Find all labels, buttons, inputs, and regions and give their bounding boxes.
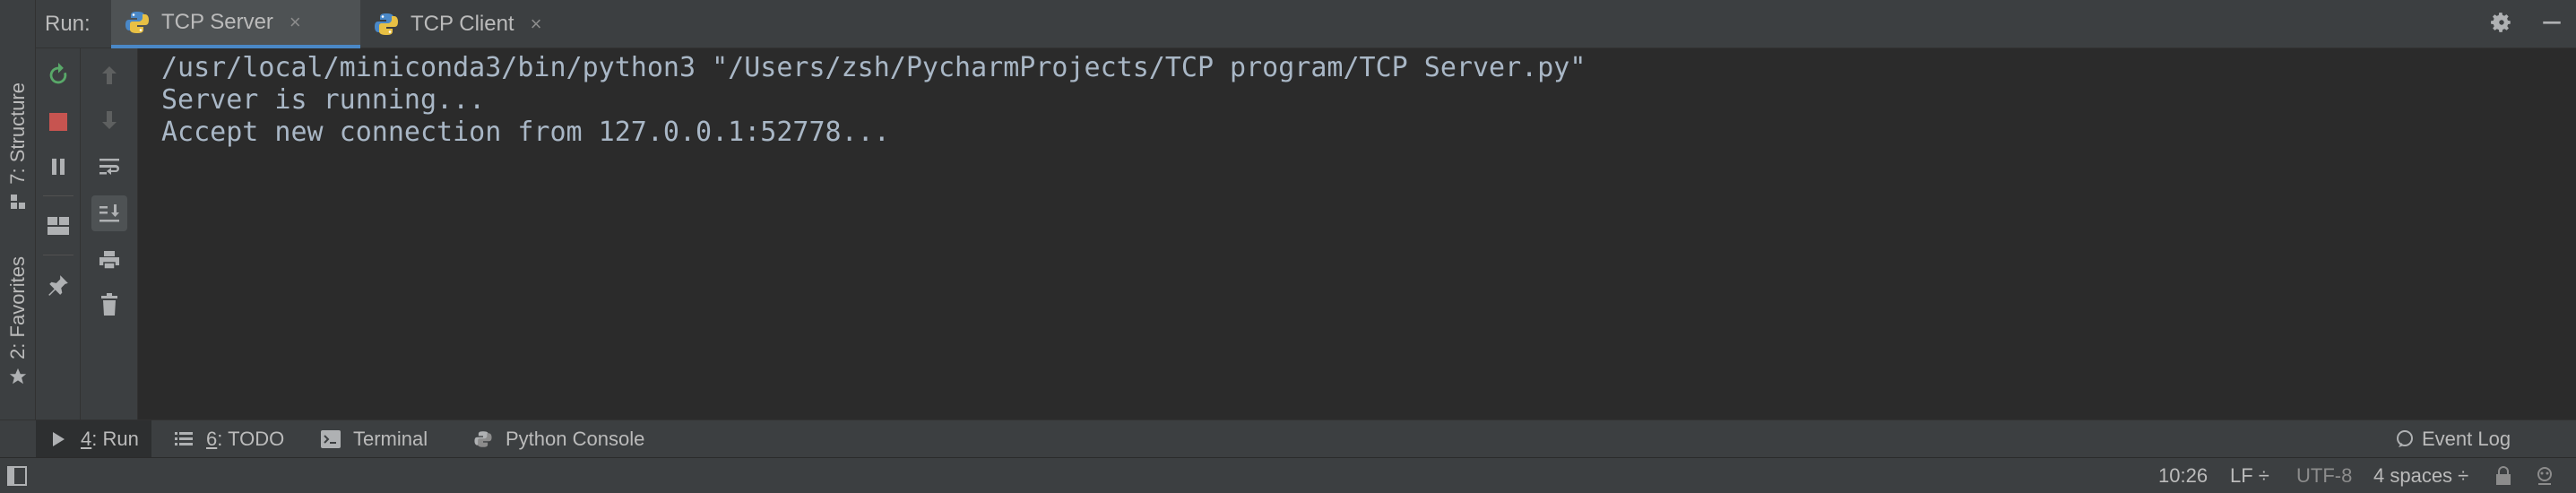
event-log-tab-label: Event Log xyxy=(2422,428,2511,450)
terminal-icon xyxy=(321,429,341,449)
tab-tcp-server[interactable]: TCP Server × xyxy=(111,0,360,48)
python-console-tab-label: Python Console xyxy=(506,428,645,450)
run-toolbar-primary xyxy=(36,48,81,419)
encoding-indicator[interactable]: UTF-8 xyxy=(2296,458,2352,493)
console-line: Server is running... xyxy=(161,84,486,116)
minimize-icon[interactable] xyxy=(2540,11,2563,39)
structure-tab-label: 7: Structure xyxy=(6,82,29,185)
caret-position[interactable]: 10:26 xyxy=(2158,458,2208,493)
todo-tool-tab[interactable]: 6: TODO xyxy=(161,420,297,458)
line-separator-selector[interactable]: LF ÷ xyxy=(2230,458,2269,493)
run-toolbar-secondary xyxy=(81,48,138,419)
rerun-button[interactable] xyxy=(40,57,76,93)
arrow-up-icon xyxy=(102,66,117,84)
python-icon xyxy=(124,9,151,36)
scroll-to-end-icon xyxy=(99,204,119,222)
run-tool-tab[interactable]: 4: Run xyxy=(36,420,151,458)
down-stack-button[interactable] xyxy=(91,102,127,138)
status-bar: 10:26 LF ÷ UTF-8 4 spaces ÷ xyxy=(0,457,2576,493)
print-icon xyxy=(99,251,119,270)
todo-tab-label: 6: TODO xyxy=(206,428,285,450)
arrow-down-icon xyxy=(102,111,117,129)
star-icon xyxy=(8,367,28,386)
console-line: /usr/local/miniconda3/bin/python3 "/User… xyxy=(161,52,1586,83)
speech-bubble-icon xyxy=(2395,429,2415,449)
soft-wrap-icon xyxy=(99,159,119,175)
pause-icon xyxy=(52,159,65,175)
structure-icon xyxy=(8,192,28,212)
console-line: Accept new connection from 127.0.0.1:527… xyxy=(161,117,890,148)
layout-icon xyxy=(48,217,69,235)
clear-all-button[interactable] xyxy=(91,287,127,323)
tab-label: TCP Client xyxy=(411,12,514,36)
header-actions xyxy=(2490,0,2563,48)
favorites-tool-tab[interactable]: 2: Favorites xyxy=(0,256,36,386)
pin-icon xyxy=(48,275,68,296)
print-button[interactable] xyxy=(91,242,127,278)
gear-icon[interactable] xyxy=(2490,11,2513,39)
python-icon xyxy=(473,429,493,449)
pause-button[interactable] xyxy=(40,149,76,185)
list-icon xyxy=(174,429,194,449)
stop-button[interactable] xyxy=(40,104,76,140)
run-tab-label: 4: Run xyxy=(81,428,139,450)
close-icon[interactable]: × xyxy=(531,13,542,36)
scroll-to-end-button[interactable] xyxy=(91,195,127,231)
run-tool-window-header: Run: TCP Server × TCP Client × xyxy=(36,0,2576,48)
console-output[interactable]: /usr/local/miniconda3/bin/python3 "/User… xyxy=(138,48,2576,419)
lock-icon[interactable] xyxy=(2494,458,2513,493)
pycharm-window: 7: Structure 2: Favorites Run: TCP Serve… xyxy=(0,0,2576,493)
tab-tcp-client[interactable]: TCP Client × xyxy=(360,0,554,48)
event-log-tool-tab[interactable]: Event Log xyxy=(2382,420,2523,458)
rerun-icon xyxy=(49,63,67,84)
inspector-icon[interactable] xyxy=(2533,458,2556,493)
run-icon xyxy=(48,429,68,449)
bottom-tool-bar: 4: Run 6: TODO Terminal Python Console E… xyxy=(0,419,2576,458)
soft-wrap-button[interactable] xyxy=(91,149,127,185)
close-icon[interactable]: × xyxy=(290,11,301,34)
python-icon xyxy=(373,11,400,38)
run-label: Run: xyxy=(45,12,91,36)
up-stack-button[interactable] xyxy=(91,57,127,93)
python-console-tool-tab[interactable]: Python Console xyxy=(461,420,657,458)
terminal-tab-label: Terminal xyxy=(353,428,428,450)
trash-icon xyxy=(101,293,117,316)
stop-icon xyxy=(49,113,67,131)
toolbar-separator xyxy=(43,195,73,196)
restore-layout-button[interactable] xyxy=(40,208,76,244)
structure-tool-tab[interactable]: 7: Structure xyxy=(0,82,36,212)
indent-selector[interactable]: 4 spaces ÷ xyxy=(2373,458,2468,493)
tab-label: TCP Server xyxy=(161,10,273,34)
terminal-tool-tab[interactable]: Terminal xyxy=(308,420,440,458)
pin-tab-button[interactable] xyxy=(40,267,76,303)
favorites-tab-label: 2: Favorites xyxy=(6,256,29,359)
tool-windows-toggle-icon[interactable] xyxy=(7,458,27,493)
